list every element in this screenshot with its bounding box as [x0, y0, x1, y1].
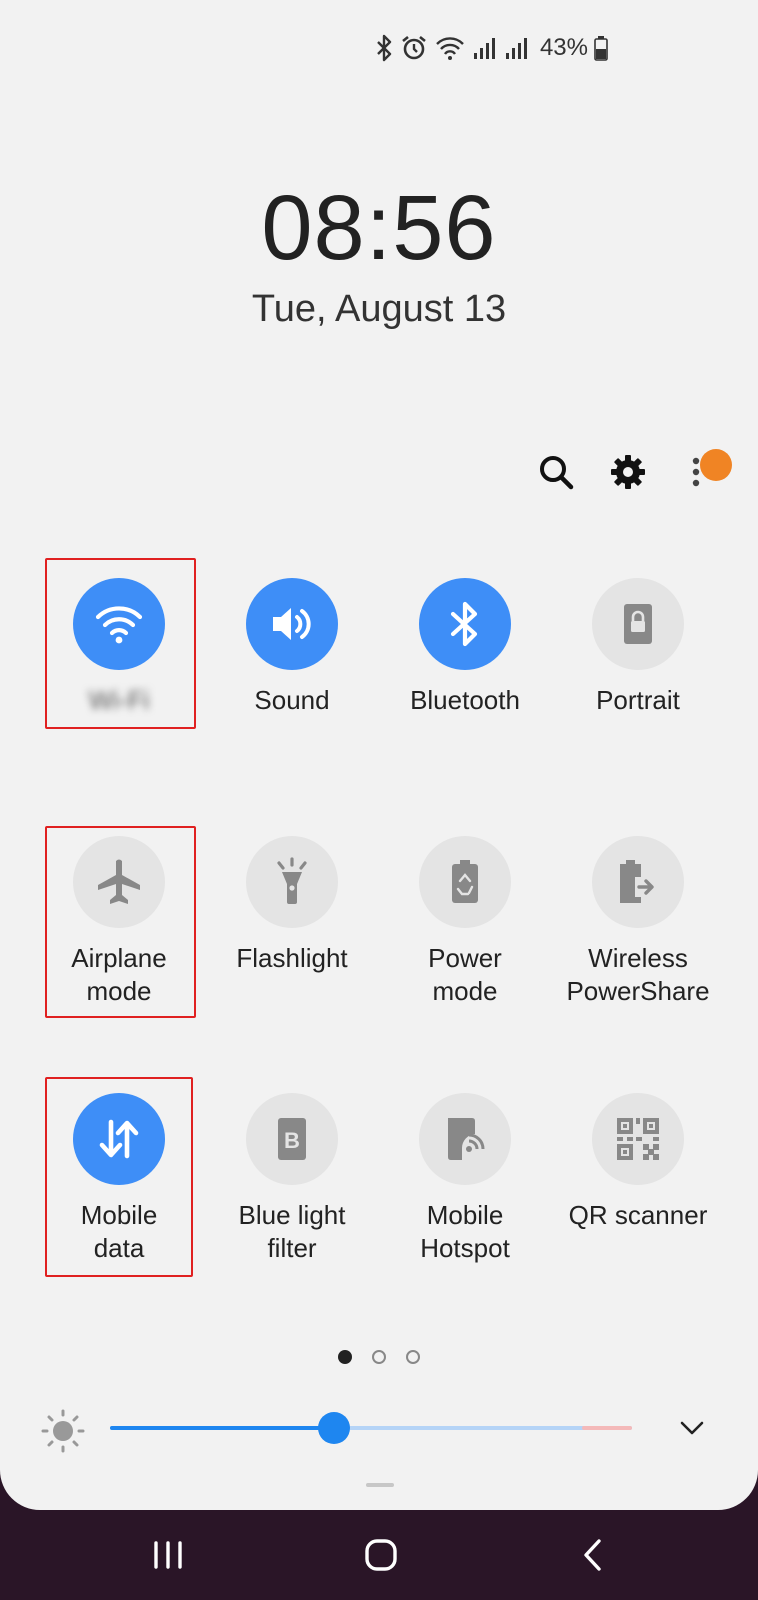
tile-label: Portrait	[596, 685, 680, 715]
signal-icon	[504, 34, 530, 62]
brightness-slider-thumb[interactable]	[318, 1412, 351, 1444]
tile-mobile-hotspot[interactable]: Mobile Hotspot	[379, 1093, 551, 1265]
tile-label: Sound	[254, 685, 330, 715]
tile-airplane-mode[interactable]: Airplane mode	[33, 836, 205, 1008]
page-indicator-dot-3[interactable]	[406, 1350, 420, 1364]
wireless-powershare-icon[interactable]	[592, 836, 684, 928]
tile-power-mode[interactable]: Power mode	[379, 836, 551, 1008]
tile-bluetooth[interactable]: Bluetooth	[379, 578, 551, 717]
tile-wifi[interactable]: Wi-Fi	[33, 578, 205, 717]
page-indicator-dot-1[interactable]	[338, 1350, 352, 1364]
brightness-slider-high-zone	[582, 1426, 632, 1430]
tile-wireless-powershare[interactable]: Wireless PowerShare	[552, 836, 724, 1008]
alarm-icon	[400, 34, 428, 62]
tile-flashlight[interactable]: Flashlight	[206, 836, 378, 975]
tile-label: Airplane mode	[71, 943, 167, 1006]
panel-drag-handle[interactable]	[366, 1483, 394, 1487]
wifi-icon[interactable]	[73, 578, 165, 670]
search-icon[interactable]	[536, 452, 576, 492]
tile-qr-scanner[interactable]: QR scanner	[552, 1093, 724, 1232]
qr-scanner-icon[interactable]	[592, 1093, 684, 1185]
portrait-lock-icon[interactable]	[592, 578, 684, 670]
brightness-slider[interactable]	[110, 1412, 632, 1444]
tile-label: Bluetooth	[410, 685, 520, 715]
more-options-icon[interactable]	[692, 455, 700, 491]
back-icon[interactable]	[563, 1530, 623, 1580]
tile-blue-light-filter[interactable]: B Blue light filter	[206, 1093, 378, 1265]
chevron-down-icon[interactable]	[676, 1412, 708, 1444]
recent-apps-icon[interactable]	[138, 1530, 198, 1580]
date: Tue, August 13	[251, 288, 507, 330]
tile-label: QR scanner	[568, 1200, 708, 1230]
signal-icon	[472, 34, 498, 62]
screen: 43% 08:56 Tue, August 13 Wi-Fi Sound Blu…	[0, 0, 758, 1600]
svg-text:B: B	[284, 1128, 300, 1153]
notification-badge-icon	[700, 449, 732, 481]
tile-sound[interactable]: Sound	[206, 578, 378, 717]
quick-panel: 43% 08:56 Tue, August 13 Wi-Fi Sound Blu…	[0, 0, 758, 1510]
battery-icon	[594, 35, 608, 61]
settings-icon[interactable]	[608, 452, 648, 492]
tile-label: Mobile Hotspot	[420, 1200, 510, 1263]
tile-label: Wi-Fi	[88, 685, 150, 715]
bluetooth-icon	[374, 34, 394, 62]
home-icon[interactable]	[351, 1530, 411, 1580]
flashlight-icon[interactable]	[246, 836, 338, 928]
tile-label: Flashlight	[236, 943, 348, 973]
tile-label: Power mode	[428, 943, 502, 1006]
blue-light-filter-icon[interactable]: B	[246, 1093, 338, 1185]
battery-percentage: 43%	[539, 34, 588, 61]
tile-mobile-data[interactable]: Mobile data	[33, 1093, 205, 1265]
airplane-icon[interactable]	[73, 836, 165, 928]
tile-label: Wireless PowerShare	[566, 943, 710, 1006]
page-indicator-dot-2[interactable]	[372, 1350, 386, 1364]
status-bar: 43%	[374, 30, 608, 66]
brightness-icon	[40, 1408, 86, 1454]
tile-label: Blue light filter	[238, 1200, 346, 1263]
mobile-hotspot-icon[interactable]	[419, 1093, 511, 1185]
wifi-icon	[434, 34, 466, 62]
power-mode-icon[interactable]	[419, 836, 511, 928]
clock: 08:56	[261, 177, 497, 279]
tile-label: Mobile data	[80, 1200, 158, 1263]
tile-portrait[interactable]: Portrait	[552, 578, 724, 717]
brightness-slider-fill	[110, 1426, 335, 1430]
sound-icon[interactable]	[246, 578, 338, 670]
bluetooth-icon[interactable]	[419, 578, 511, 670]
mobile-data-icon[interactable]	[73, 1093, 165, 1185]
